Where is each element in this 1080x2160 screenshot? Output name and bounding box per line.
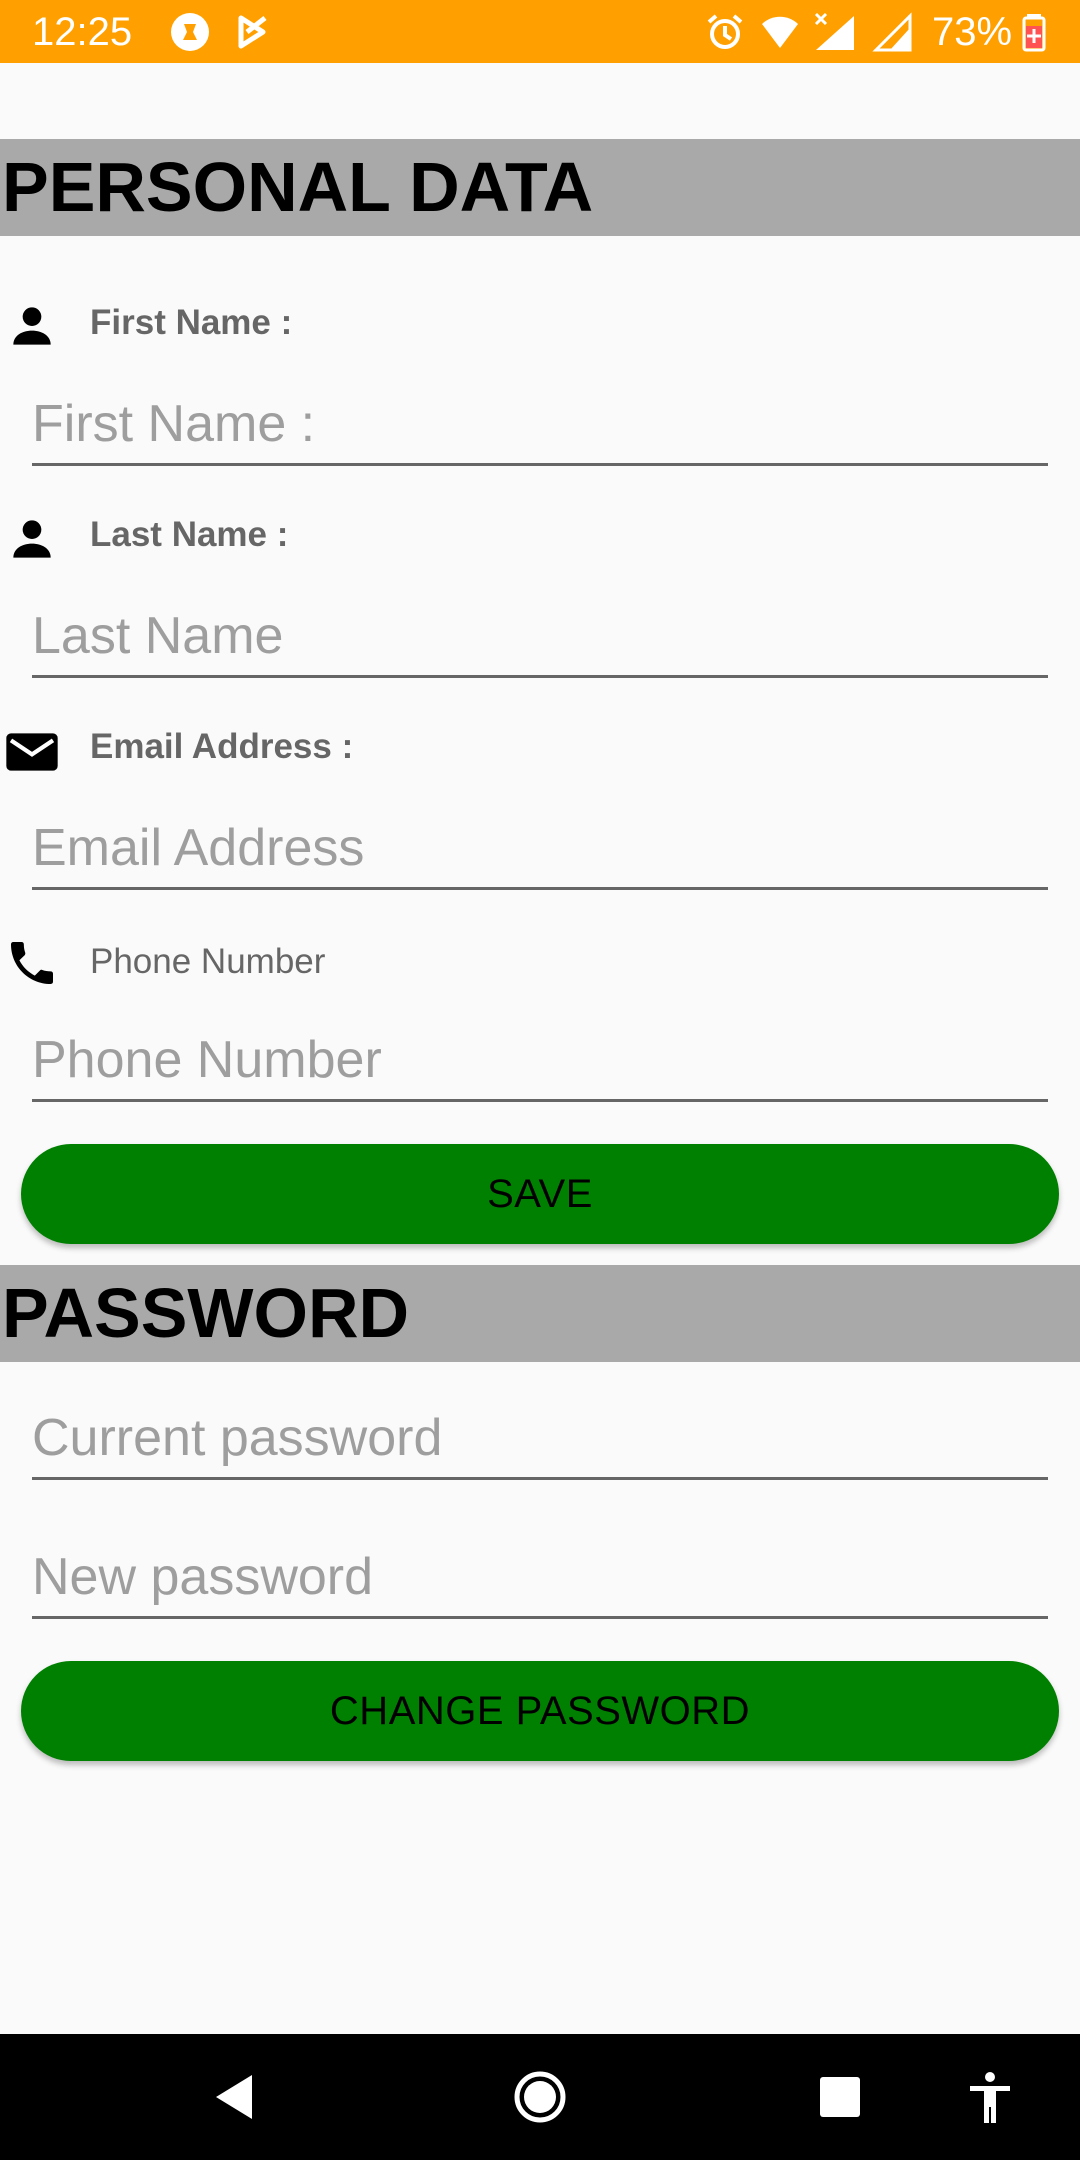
first-name-input[interactable] bbox=[32, 384, 1048, 466]
last-name-input[interactable] bbox=[32, 596, 1048, 678]
battery-icon bbox=[1022, 14, 1046, 52]
person-icon bbox=[13, 520, 51, 558]
phone-input[interactable] bbox=[32, 1020, 1048, 1102]
email-label: Email Address : bbox=[90, 727, 354, 766]
email-input[interactable] bbox=[32, 808, 1048, 890]
mail-icon bbox=[6, 733, 58, 771]
back-icon[interactable] bbox=[206, 2067, 266, 2127]
home-icon[interactable] bbox=[510, 2067, 570, 2127]
password-header: PASSWORD bbox=[0, 1265, 1080, 1362]
last-name-label: Last Name : bbox=[90, 515, 289, 554]
accessibility-icon[interactable] bbox=[960, 2067, 1020, 2127]
app-notification-icon bbox=[171, 13, 209, 51]
current-password-input[interactable] bbox=[32, 1398, 1048, 1480]
signal-icon bbox=[814, 12, 854, 50]
phone-icon bbox=[11, 942, 53, 984]
new-password-input[interactable] bbox=[32, 1537, 1048, 1619]
play-store-icon bbox=[238, 15, 267, 49]
battery-percent: 73% bbox=[932, 10, 1013, 54]
status-bar: 12:25 73% bbox=[0, 0, 1080, 63]
first-name-label: First Name : bbox=[90, 303, 293, 342]
status-time: 12:25 bbox=[32, 10, 133, 54]
signal-icon bbox=[872, 12, 912, 52]
personal-data-header: PERSONAL DATA bbox=[0, 139, 1080, 236]
recents-icon[interactable] bbox=[810, 2067, 870, 2127]
save-button[interactable]: SAVE bbox=[21, 1144, 1059, 1244]
wifi-icon bbox=[762, 16, 798, 48]
change-password-button[interactable]: CHANGE PASSWORD bbox=[21, 1661, 1059, 1761]
phone-label: Phone Number bbox=[90, 942, 326, 981]
person-icon bbox=[13, 307, 51, 345]
alarm-icon bbox=[707, 14, 743, 49]
navigation-bar bbox=[0, 2034, 1080, 2160]
